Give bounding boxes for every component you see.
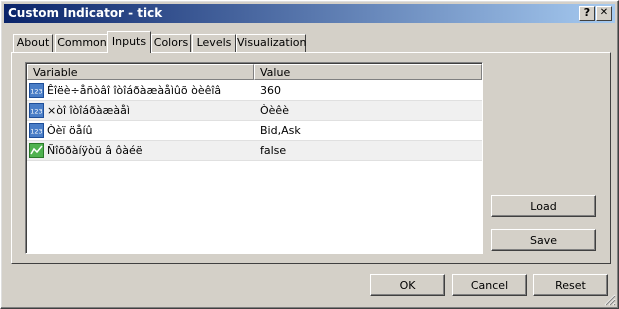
variable-name: ×òî îòîáðàæàåì bbox=[47, 104, 130, 117]
variable-value[interactable]: false bbox=[260, 141, 475, 160]
tab-about[interactable]: About bbox=[13, 34, 53, 52]
load-button[interactable]: Load bbox=[491, 195, 596, 217]
inputs-grid: Variable Value 123 Êîëè÷åñòâî îòîáðàæàåì… bbox=[25, 62, 483, 254]
svg-text:123: 123 bbox=[30, 128, 42, 136]
tab-colors[interactable]: Colors bbox=[151, 34, 191, 52]
tab-panel-inputs: Variable Value 123 Êîëè÷åñòâî îòîáðàæàåì… bbox=[11, 52, 611, 264]
svg-text:123: 123 bbox=[30, 108, 42, 116]
table-row[interactable]: 123 ×òî îòîáðàæàåì Òèêè bbox=[27, 101, 482, 121]
variable-value[interactable]: 360 bbox=[260, 81, 475, 100]
integer-icon: 123 bbox=[29, 103, 44, 118]
resize-grip-icon[interactable] bbox=[604, 294, 616, 306]
reset-button[interactable]: Reset bbox=[533, 274, 608, 296]
save-button[interactable]: Save bbox=[491, 229, 596, 251]
column-header-value[interactable]: Value bbox=[254, 64, 482, 80]
column-header-variable[interactable]: Variable bbox=[27, 64, 254, 80]
variable-name: Ñîõðàíÿòü â ôàéë bbox=[47, 144, 143, 157]
cancel-button[interactable]: Cancel bbox=[452, 274, 527, 296]
table-row[interactable]: 123 Êîëè÷åñòâî îòîáðàæàåìûõ òèêîâ 360 bbox=[27, 81, 482, 101]
window-title: Custom Indicator - tick bbox=[8, 6, 163, 20]
variable-name: Òèï öåíû bbox=[47, 124, 93, 137]
table-row[interactable]: Ñîõðàíÿòü â ôàéë false bbox=[27, 141, 482, 161]
variable-value[interactable]: Bid,Ask bbox=[260, 121, 475, 140]
help-button[interactable]: ? bbox=[579, 6, 595, 21]
tab-visualization[interactable]: Visualization bbox=[236, 34, 306, 52]
variable-value[interactable]: Òèêè bbox=[260, 101, 475, 120]
tab-inputs[interactable]: Inputs bbox=[107, 31, 151, 53]
ok-button[interactable]: OK bbox=[370, 274, 445, 296]
boolean-icon bbox=[29, 143, 44, 158]
integer-icon: 123 bbox=[29, 123, 44, 138]
tab-common[interactable]: Common bbox=[55, 34, 109, 52]
integer-icon: 123 bbox=[29, 83, 44, 98]
svg-text:123: 123 bbox=[30, 88, 42, 96]
title-bar[interactable]: Custom Indicator - tick ? ✕ bbox=[4, 4, 615, 23]
table-row[interactable]: 123 Òèï öåíû Bid,Ask bbox=[27, 121, 482, 141]
dialog-window: Custom Indicator - tick ? ✕ About Common… bbox=[0, 0, 619, 309]
variable-name: Êîëè÷åñòâî îòîáðàæàåìûõ òèêîâ bbox=[47, 84, 222, 97]
close-button[interactable]: ✕ bbox=[596, 6, 612, 21]
tab-levels[interactable]: Levels bbox=[192, 34, 236, 52]
